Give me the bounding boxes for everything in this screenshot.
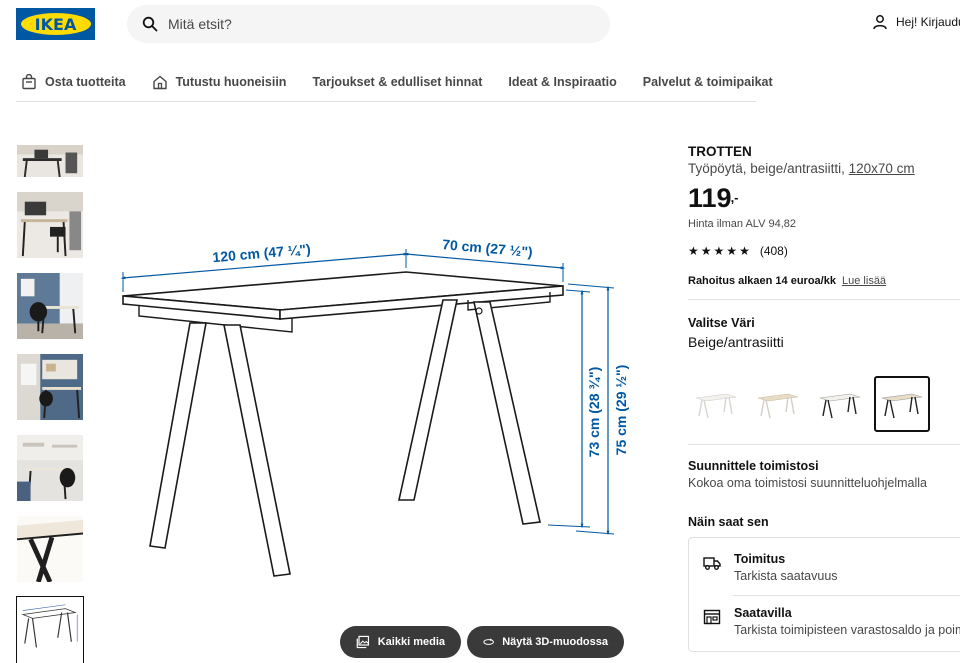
- login-label: Hej! Kirjaudu: [896, 15, 960, 29]
- main-nav: Osta tuotteita Tutustu huoneisiin Tarjou…: [16, 62, 773, 102]
- office-photo: [17, 145, 83, 177]
- product-description: Työpöytä, beige/antrasiitti, 120x70 cm: [688, 161, 960, 176]
- rating[interactable]: ★ ★ ★ ★ ★ (408): [688, 244, 960, 258]
- divider: [733, 595, 960, 596]
- all-media-button[interactable]: Kaikki media: [340, 626, 461, 658]
- star-icon: ★: [700, 244, 712, 258]
- table-closeup-photo: [17, 516, 83, 582]
- swatch-beige-white[interactable]: [750, 376, 806, 432]
- nav-label: Palvelut & toimipaikat: [642, 74, 773, 89]
- logo-oval: IKEA: [20, 13, 91, 35]
- nav-item-services[interactable]: Palvelut & toimipaikat: [643, 75, 773, 89]
- star-icon: ★: [739, 244, 750, 258]
- view-3d-button[interactable]: Näytä 3D-muodossa: [467, 626, 624, 658]
- nav-label: Tutustu huoneisiin: [175, 74, 287, 89]
- home-icon: [152, 75, 167, 89]
- view-3d-label: Näytä 3D-muodossa: [502, 636, 608, 648]
- depth-label: 70 cm (27 ½"): [442, 236, 534, 260]
- truck-icon: [703, 557, 721, 570]
- thumbnail[interactable]: [16, 353, 84, 421]
- search-bar[interactable]: Mitä etsit?: [127, 5, 610, 43]
- store-subtitle: Tarkista toimipisteen varastosaldo ja po…: [734, 623, 960, 637]
- rating-count: (408): [759, 244, 788, 258]
- thumbnail[interactable]: [16, 515, 84, 583]
- delivery-row[interactable]: Toimitus Tarkista saatavuus: [703, 552, 838, 583]
- star-icon: ★: [688, 244, 699, 258]
- table-beige-white-icon: [757, 393, 799, 419]
- table-white-icon: [695, 393, 737, 419]
- table-white-anthracite-icon: [819, 393, 861, 419]
- product-image[interactable]: 120 cm (47 ¼") 70 cm (27 ½") 73 cm (28 ¾…: [110, 228, 650, 583]
- rotate-3d-icon: [483, 638, 494, 645]
- delivery-text: Toimitus Tarkista saatavuus: [734, 552, 838, 583]
- delivery-subtitle: Tarkista saatavuus: [734, 569, 838, 583]
- thumbnail[interactable]: [16, 191, 84, 259]
- financing-info: Rahoitus alkaen 14 euroa/kk Lue lisää: [688, 275, 960, 287]
- product-info: TROTTEN Työpöytä, beige/antrasiitti, 120…: [688, 144, 960, 300]
- login-link[interactable]: Hej! Kirjaudu: [872, 14, 960, 30]
- star-icon: ★: [726, 244, 738, 258]
- gallery-icon: [356, 635, 370, 649]
- star-icon: ★: [713, 244, 725, 258]
- all-media-label: Kaikki media: [377, 636, 445, 648]
- color-selected: Beige/antrasiitti: [688, 334, 784, 350]
- store-icon: [703, 609, 721, 625]
- thumbnail-active[interactable]: [16, 596, 84, 663]
- swatch-white[interactable]: [688, 376, 744, 432]
- plan-title: Suunnittele toimistosi: [688, 459, 819, 473]
- thumbnail[interactable]: [16, 272, 84, 340]
- price-without-vat: Hinta ilman ALV 94,82: [688, 218, 797, 230]
- dimension-drawing-thumb: [17, 597, 83, 663]
- financing-text: Rahoitus alkaen 14 euroa/kk: [688, 275, 836, 287]
- user-icon: [873, 15, 887, 30]
- search-placeholder: Mitä etsit?: [168, 16, 232, 32]
- nav-item-shop[interactable]: Osta tuotteita: [21, 73, 126, 90]
- price-value: 119: [688, 183, 732, 213]
- delivery-title: Toimitus: [734, 552, 786, 566]
- product-name: TROTTEN: [688, 144, 752, 159]
- divider: [688, 299, 960, 300]
- price-suffix: ,-: [730, 190, 739, 205]
- logo-text: IKEA: [34, 14, 77, 34]
- thumbnail[interactable]: [16, 144, 84, 178]
- product-price: 119,-: [688, 182, 960, 214]
- swatch-beige-anthracite[interactable]: [874, 376, 930, 432]
- product-size-link[interactable]: 120x70 cm: [849, 161, 915, 176]
- nav-item-rooms[interactable]: Tutustu huoneisiin: [152, 74, 287, 90]
- color-swatches: [688, 376, 960, 432]
- availability-title: Näin saat sen: [688, 515, 769, 529]
- thumbnail-list: [16, 144, 85, 663]
- office-photo: [17, 435, 83, 501]
- product-type: Työpöytä, beige/antrasiitti,: [688, 161, 845, 176]
- height-inner-label: 73 cm (28 ¾"): [586, 367, 602, 458]
- nav-item-ideas[interactable]: Ideat & Inspiraatio: [508, 75, 616, 89]
- dimension-drawing: 120 cm (47 ¼") 70 cm (27 ½") 73 cm (28 ¾…: [120, 236, 629, 577]
- table-beige-anthracite-icon: [881, 393, 923, 419]
- color-selector: Valitse Väri Beige/antrasiitti: [688, 316, 960, 445]
- thumbnail[interactable]: [16, 434, 84, 502]
- office-photo: [17, 273, 83, 339]
- divider: [688, 444, 960, 445]
- bag-icon: [22, 73, 36, 89]
- height-outer-label: 75 cm (29 ½"): [613, 365, 629, 456]
- store-text: Saatavilla Tarkista toimipisteen varasto…: [734, 606, 960, 637]
- store-title: Saatavilla: [734, 606, 792, 620]
- ikea-logo[interactable]: IKEA: [16, 8, 95, 40]
- plan-office[interactable]: Suunnittele toimistosi Kokoa oma toimist…: [688, 459, 960, 490]
- swatch-white-anthracite[interactable]: [812, 376, 868, 432]
- financing-link[interactable]: Lue lisää: [842, 275, 886, 287]
- plan-subtitle: Kokoa oma toimistosi suunnitteluohjelmal…: [688, 476, 928, 490]
- color-title: Valitse Väri: [688, 316, 755, 330]
- store-row[interactable]: Saatavilla Tarkista toimipisteen varasto…: [703, 606, 960, 637]
- rating-stars: ★ ★ ★ ★ ★: [688, 244, 752, 258]
- office-photo: [17, 192, 83, 258]
- nav-label: Ideat & Inspiraatio: [508, 74, 617, 89]
- availability-box: Toimitus Tarkista saatavuus Saatavilla T…: [688, 537, 960, 652]
- width-label: 120 cm (47 ¼"): [212, 241, 312, 266]
- search-icon: [142, 16, 158, 32]
- nav-item-offers[interactable]: Tarjoukset & edulliset hinnat: [312, 75, 482, 89]
- nav-label: Osta tuotteita: [45, 74, 126, 89]
- nav-label: Tarjoukset & edulliset hinnat: [312, 74, 483, 89]
- office-photo: [17, 354, 83, 420]
